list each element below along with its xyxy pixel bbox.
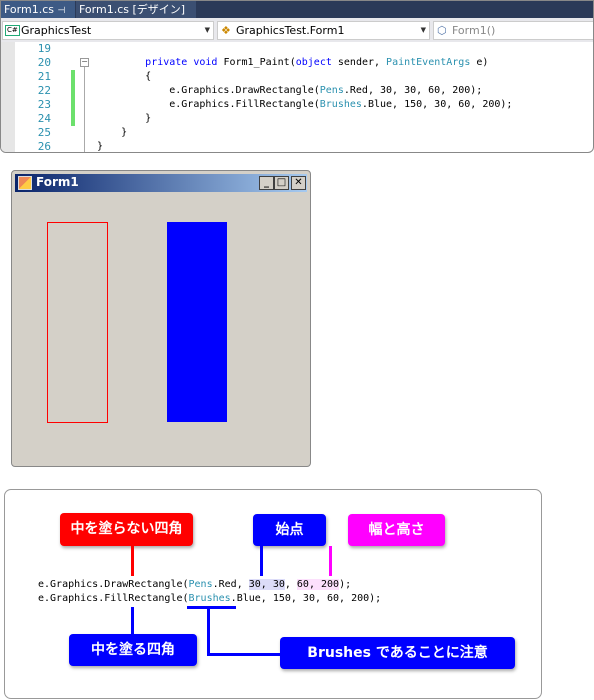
line-number: 20	[37, 56, 51, 69]
tab-label: Form1.cs	[4, 3, 54, 16]
form1-window: Form1 _ □ ✕	[11, 170, 311, 467]
line-number: 26	[37, 140, 51, 153]
code-snippet-line-1: e.Graphics.DrawRectangle(Pens.Red, 30, 3…	[38, 579, 352, 590]
tab-label: Form1.cs [デザイン]	[79, 3, 186, 16]
size-values: 60, 200	[296, 579, 340, 590]
collapse-icon[interactable]: −	[80, 58, 89, 67]
label-brushes-note: Brushes であることに注意	[280, 637, 515, 669]
tab-form1-design[interactable]: Form1.cs [デザイン]	[76, 1, 196, 18]
project-dropdown[interactable]: C# GraphicsTest ▼	[2, 21, 214, 40]
minimize-button[interactable]: _	[259, 176, 274, 190]
gutter	[1, 42, 15, 152]
line-number: 19	[37, 42, 51, 55]
line-number: 22	[37, 84, 51, 97]
code-line[interactable]: }	[97, 140, 103, 152]
chevron-down-icon: ▼	[204, 26, 210, 34]
tab-bar: Form1.cs ⊣ ✕ Form1.cs [デザイン]	[1, 1, 593, 35]
chevron-down-icon: ▼	[420, 26, 426, 34]
title-bar[interactable]: Form1 _ □ ✕	[15, 174, 307, 192]
form-icon	[18, 176, 32, 190]
outline-line	[84, 67, 85, 152]
underline	[187, 606, 236, 609]
filled-rectangle	[167, 222, 227, 422]
code-editor: Form1.cs ⊣ ✕ Form1.cs [デザイン] C#GraphicsT…	[0, 0, 594, 153]
window-title: Form1	[36, 175, 79, 189]
connector-line	[131, 546, 134, 576]
line-number: 24	[37, 112, 51, 125]
class-dropdown[interactable]: ❖ GraphicsTest.Form1 ▼	[217, 21, 430, 40]
label-draw-rectangle: 中を塗らない四角	[60, 513, 193, 546]
label-fill-rectangle: 中を塗る四角	[69, 634, 197, 666]
code-line[interactable]: }	[97, 112, 151, 126]
tab-form1-cs[interactable]: Form1.cs ⊣ ✕	[1, 1, 75, 35]
maximize-button[interactable]: □	[274, 176, 289, 190]
connector-line	[131, 607, 134, 634]
class-icon: ❖	[221, 24, 231, 37]
connector-line	[207, 653, 280, 656]
code-line[interactable]: e.Graphics.DrawRectangle(Pens.Red, 30, 3…	[97, 84, 482, 98]
start-point-values: 30, 30	[248, 579, 285, 590]
pin-icon[interactable]: ⊣	[57, 6, 65, 16]
connector-line	[260, 546, 263, 576]
method-icon: ⬡	[437, 24, 447, 37]
member-dropdown[interactable]: ⬡ Form1()	[433, 21, 593, 40]
navigation-bar: C# GraphicsTest ▼ ❖ GraphicsTest.Form1 ▼ ⬡ Fo…	[1, 18, 593, 42]
line-number: 21	[37, 70, 51, 83]
drawn-rectangle	[47, 222, 108, 423]
code-line[interactable]: private void Form1_Paint(object sender, …	[97, 56, 488, 70]
code-line[interactable]: e.Graphics.FillRectangle(Brushes.Blue, 1…	[97, 98, 512, 112]
dropdown-value: GraphicsTest	[21, 24, 92, 37]
connector-line	[329, 546, 332, 576]
code-snippet-line-2: e.Graphics.FillRectangle(Brushes.Blue, 1…	[38, 593, 382, 604]
line-number: 25	[37, 126, 51, 139]
dropdown-value: GraphicsTest.Form1	[236, 24, 345, 37]
dropdown-value: Form1()	[452, 24, 496, 37]
line-number: 23	[37, 98, 51, 111]
code-line[interactable]: {	[97, 70, 151, 84]
label-width-height: 幅と高さ	[348, 514, 445, 546]
change-marker	[71, 70, 75, 126]
connector-line	[207, 606, 210, 656]
close-button[interactable]: ✕	[291, 176, 306, 190]
csharp-icon: C#	[5, 25, 20, 36]
code-line[interactable]: }	[97, 126, 127, 140]
label-start-point: 始点	[253, 514, 326, 546]
